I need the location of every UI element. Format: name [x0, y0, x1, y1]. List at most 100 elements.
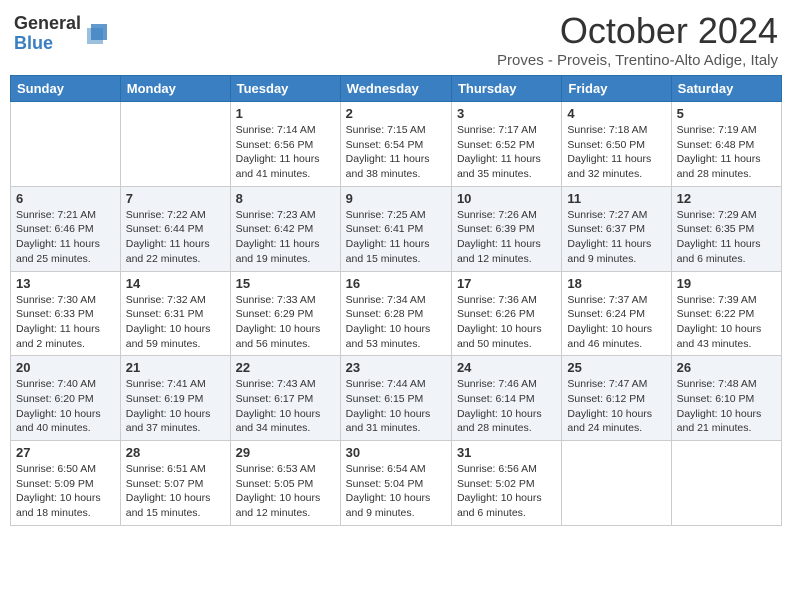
day-info: Sunrise: 7:27 AMSunset: 6:37 PMDaylight:… [567, 208, 665, 267]
calendar-cell: 24Sunrise: 7:46 AMSunset: 6:14 PMDayligh… [451, 356, 561, 441]
calendar-cell: 3Sunrise: 7:17 AMSunset: 6:52 PMDaylight… [451, 102, 561, 187]
day-number: 14 [126, 276, 225, 291]
calendar-cell [120, 102, 230, 187]
day-info: Sunrise: 7:18 AMSunset: 6:50 PMDaylight:… [567, 123, 665, 182]
day-info: Sunrise: 7:36 AMSunset: 6:26 PMDaylight:… [457, 293, 556, 352]
day-number: 4 [567, 106, 665, 121]
day-info: Sunrise: 7:17 AMSunset: 6:52 PMDaylight:… [457, 123, 556, 182]
calendar-cell [562, 441, 671, 526]
day-number: 1 [236, 106, 335, 121]
calendar-cell: 17 Sunrise: 7:36 AMSunset: 6:26 PMDayligh… [451, 271, 561, 356]
calendar-cell: 2 Sunrise: 7:15 AMSunset: 6:54 PMDaylight… [340, 102, 451, 187]
day-number: 7 [126, 191, 225, 206]
calendar-cell: 21 Sunrise: 7:41 AMSunset: 6:19 PMDayligh… [120, 356, 230, 441]
calendar-cell: 8Sunrise: 7:23 AMSunset: 6:42 PMDaylight… [230, 186, 340, 271]
calendar-cell: 10 Sunrise: 7:26 AMSunset: 6:39 PMDayligh… [451, 186, 561, 271]
day-number: 19 [677, 276, 776, 291]
calendar-cell: 26 Sunrise: 7:48 AMSunset: 6:10 PMDayligh… [671, 356, 781, 441]
column-header-wednesday: Wednesday [340, 76, 451, 102]
day-number: 26 [677, 360, 776, 375]
calendar-cell: 20 Sunrise: 7:40 AMSunset: 6:20 PMDayligh… [11, 356, 121, 441]
calendar-table: SundayMondayTuesdayWednesdayThursdayFrid… [10, 75, 782, 526]
day-number: 31 [457, 445, 556, 460]
calendar-cell: 19 Sunrise: 7:39 AMSunset: 6:22 PMDayligh… [671, 271, 781, 356]
day-number: 2 [346, 106, 446, 121]
day-number: 17 [457, 276, 556, 291]
calendar-cell: 14Sunrise: 7:32 AMSunset: 6:31 PMDayligh… [120, 271, 230, 356]
calendar-cell [11, 102, 121, 187]
page-header: General Blue October 2024 Proves - Prove… [10, 10, 782, 69]
day-info: Sunrise: 7:21 AMSunset: 6:46 PMDaylight:… [16, 208, 115, 267]
calendar-week-row: 6 Sunrise: 7:21 AMSunset: 6:46 PMDaylight… [11, 186, 782, 271]
calendar-cell: 29 Sunrise: 6:53 AMSunset: 5:05 PMDayligh… [230, 441, 340, 526]
calendar-cell: 23 Sunrise: 7:44 AMSunset: 6:15 PMDayligh… [340, 356, 451, 441]
day-number: 25 [567, 360, 665, 375]
calendar-cell: 1 Sunrise: 7:14 AMSunset: 6:56 PMDaylight… [230, 102, 340, 187]
calendar-cell [671, 441, 781, 526]
day-number: 9 [346, 191, 446, 206]
calendar-week-row: 20 Sunrise: 7:40 AMSunset: 6:20 PMDayligh… [11, 356, 782, 441]
day-info: Sunrise: 7:47 AMSunset: 6:12 PMDaylight:… [567, 377, 665, 436]
day-info: Sunrise: 7:29 AMSunset: 6:35 PMDaylight:… [677, 208, 776, 267]
calendar-cell: 18Sunrise: 7:37 AMSunset: 6:24 PMDayligh… [562, 271, 671, 356]
day-info: Sunrise: 7:37 AMSunset: 6:24 PMDaylight:… [567, 293, 665, 352]
day-number: 10 [457, 191, 556, 206]
day-info: Sunrise: 7:41 AMSunset: 6:19 PMDaylight:… [126, 377, 225, 436]
column-header-tuesday: Tuesday [230, 76, 340, 102]
day-info: Sunrise: 7:15 AMSunset: 6:54 PMDaylight:… [346, 123, 446, 182]
calendar-cell: 13 Sunrise: 7:30 AMSunset: 6:33 PMDayligh… [11, 271, 121, 356]
calendar-header-row: SundayMondayTuesdayWednesdayThursdayFrid… [11, 76, 782, 102]
day-info: Sunrise: 7:44 AMSunset: 6:15 PMDaylight:… [346, 377, 446, 436]
column-header-monday: Monday [120, 76, 230, 102]
month-title: October 2024 [497, 10, 778, 52]
day-number: 28 [126, 445, 225, 460]
day-number: 29 [236, 445, 335, 460]
calendar-cell: 16 Sunrise: 7:34 AMSunset: 6:28 PMDayligh… [340, 271, 451, 356]
calendar-cell: 22 Sunrise: 7:43 AMSunset: 6:17 PMDayligh… [230, 356, 340, 441]
day-info: Sunrise: 7:48 AMSunset: 6:10 PMDaylight:… [677, 377, 776, 436]
day-number: 23 [346, 360, 446, 375]
day-info: Sunrise: 7:30 AMSunset: 6:33 PMDaylight:… [16, 293, 115, 352]
day-number: 15 [236, 276, 335, 291]
logo-blue-text: Blue [14, 34, 81, 54]
day-info: Sunrise: 7:23 AMSunset: 6:42 PMDaylight:… [236, 208, 335, 267]
logo-icon [83, 20, 111, 48]
day-info: Sunrise: 6:50 AMSunset: 5:09 PMDaylight:… [16, 462, 115, 521]
day-info: Sunrise: 7:43 AMSunset: 6:17 PMDaylight:… [236, 377, 335, 436]
logo: General Blue [14, 14, 111, 54]
column-header-sunday: Sunday [11, 76, 121, 102]
day-info: Sunrise: 7:39 AMSunset: 6:22 PMDaylight:… [677, 293, 776, 352]
column-header-saturday: Saturday [671, 76, 781, 102]
day-info: Sunrise: 7:26 AMSunset: 6:39 PMDaylight:… [457, 208, 556, 267]
title-section: October 2024 Proves - Proveis, Trentino-… [497, 10, 778, 69]
calendar-cell: 4 Sunrise: 7:18 AMSunset: 6:50 PMDaylight… [562, 102, 671, 187]
calendar-cell: 7 Sunrise: 7:22 AMSunset: 6:44 PMDaylight… [120, 186, 230, 271]
day-number: 6 [16, 191, 115, 206]
day-number: 12 [677, 191, 776, 206]
calendar-cell: 15 Sunrise: 7:33 AMSunset: 6:29 PMDayligh… [230, 271, 340, 356]
calendar-week-row: 27 Sunrise: 6:50 AMSunset: 5:09 PMDayligh… [11, 441, 782, 526]
calendar-cell: 9Sunrise: 7:25 AMSunset: 6:41 PMDaylight… [340, 186, 451, 271]
day-number: 21 [126, 360, 225, 375]
day-number: 27 [16, 445, 115, 460]
day-info: Sunrise: 6:54 AMSunset: 5:04 PMDaylight:… [346, 462, 446, 521]
day-info: Sunrise: 7:22 AMSunset: 6:44 PMDaylight:… [126, 208, 225, 267]
calendar-cell: 25 Sunrise: 7:47 AMSunset: 6:12 PMDayligh… [562, 356, 671, 441]
day-info: Sunrise: 7:40 AMSunset: 6:20 PMDaylight:… [16, 377, 115, 436]
day-number: 11 [567, 191, 665, 206]
calendar-cell: 6 Sunrise: 7:21 AMSunset: 6:46 PMDaylight… [11, 186, 121, 271]
day-info: Sunrise: 7:46 AMSunset: 6:14 PMDaylight:… [457, 377, 556, 436]
day-info: Sunrise: 7:34 AMSunset: 6:28 PMDaylight:… [346, 293, 446, 352]
day-info: Sunrise: 7:33 AMSunset: 6:29 PMDaylight:… [236, 293, 335, 352]
calendar-cell: 11 Sunrise: 7:27 AMSunset: 6:37 PMDayligh… [562, 186, 671, 271]
calendar-cell: 5Sunrise: 7:19 AMSunset: 6:48 PMDaylight… [671, 102, 781, 187]
day-number: 22 [236, 360, 335, 375]
day-info: Sunrise: 7:14 AMSunset: 6:56 PMDaylight:… [236, 123, 335, 182]
day-info: Sunrise: 6:53 AMSunset: 5:05 PMDaylight:… [236, 462, 335, 521]
day-info: Sunrise: 6:51 AMSunset: 5:07 PMDaylight:… [126, 462, 225, 521]
location-subtitle: Proves - Proveis, Trentino-Alto Adige, I… [497, 52, 778, 69]
day-number: 13 [16, 276, 115, 291]
calendar-cell: 28 Sunrise: 6:51 AMSunset: 5:07 PMDayligh… [120, 441, 230, 526]
day-number: 20 [16, 360, 115, 375]
day-number: 16 [346, 276, 446, 291]
